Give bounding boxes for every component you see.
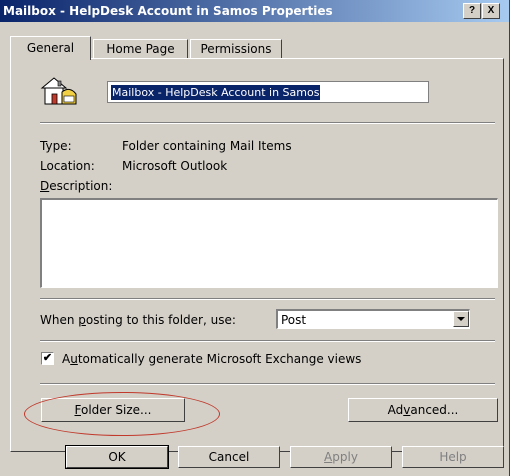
window-title: Mailbox - HelpDesk Account in Samos Prop…	[3, 4, 333, 18]
description-label: Description:	[40, 179, 113, 193]
tab-home-page[interactable]: Home Page	[93, 39, 188, 59]
auto-views-checkbox[interactable]: ✔	[41, 352, 54, 365]
help-title-button[interactable]: ?	[463, 3, 481, 19]
separator	[40, 298, 495, 300]
ok-button[interactable]: OK	[65, 445, 169, 469]
description-textarea[interactable]	[40, 198, 498, 288]
auto-views-label[interactable]: Automatically generate Microsoft Exchang…	[62, 352, 361, 366]
location-value: Microsoft Outlook	[122, 159, 228, 173]
title-bar[interactable]: Mailbox - HelpDesk Account in Samos Prop…	[0, 0, 509, 22]
separator	[40, 122, 495, 124]
advanced-button[interactable]: Advanced...	[348, 398, 498, 422]
folder-name-field[interactable]: Mailbox - HelpDesk Account in Samos	[107, 81, 429, 103]
cancel-button[interactable]: Cancel	[178, 446, 280, 468]
posting-form-value: Post	[281, 313, 307, 327]
apply-button[interactable]: Apply	[290, 446, 392, 468]
help-button[interactable]: Help	[402, 446, 504, 468]
tab-permissions[interactable]: Permissions	[190, 39, 282, 59]
type-label: Type:	[40, 139, 72, 153]
posting-label: When posting to this folder, use:	[40, 313, 236, 327]
folder-size-button[interactable]: Folder Size...	[41, 398, 185, 422]
separator	[40, 340, 495, 342]
folder-name-text: Mailbox - HelpDesk Account in Samos	[111, 85, 321, 100]
location-label: Location:	[40, 159, 95, 173]
type-value: Folder containing Mail Items	[122, 139, 292, 153]
tab-general[interactable]: General	[10, 36, 91, 60]
close-title-button[interactable]: X	[482, 3, 500, 19]
properties-dialog: Mailbox - HelpDesk Account in Samos Prop…	[0, 0, 510, 476]
separator	[40, 383, 495, 385]
posting-form-select[interactable]: Post	[276, 309, 470, 329]
mailbox-home-icon	[40, 77, 77, 105]
chevron-down-icon[interactable]	[453, 311, 469, 327]
